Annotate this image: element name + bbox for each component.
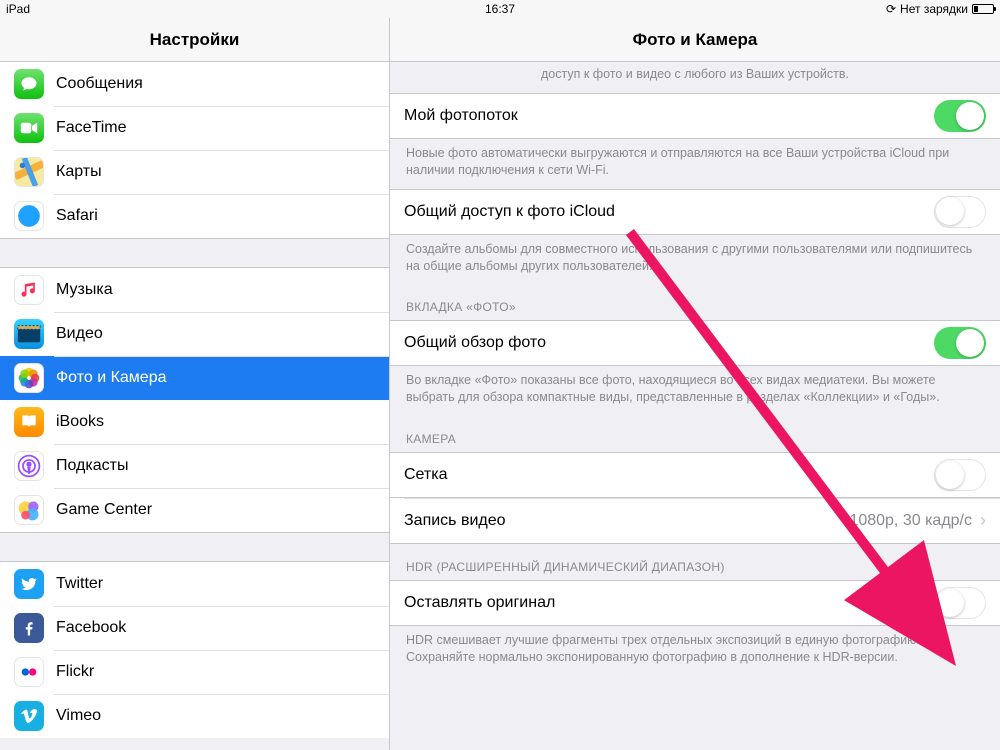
- row-label: Общий обзор фото: [404, 334, 934, 352]
- chevron-right-icon: ›: [980, 510, 986, 531]
- video-icon: [14, 319, 44, 349]
- facebook-icon: [14, 613, 44, 643]
- photos-icon: [14, 363, 44, 393]
- podcasts-icon: [14, 451, 44, 481]
- sidebar: Сообщения FaceTime Карты Safari: [0, 62, 390, 750]
- toggle-icloud-sharing[interactable]: [934, 196, 986, 228]
- sidebar-item-label: FaceTime: [56, 119, 127, 137]
- section-header-photo-tab: ВКЛАДКА «ФОТО»: [390, 284, 1000, 320]
- sidebar-item-safari[interactable]: Safari: [0, 194, 389, 238]
- maps-icon: [14, 157, 44, 187]
- icloud-library-footer: доступ к фото и видео с любого из Ваших …: [390, 62, 1000, 93]
- flickr-icon: [14, 657, 44, 687]
- sidebar-item-gamecenter[interactable]: Game Center: [0, 488, 389, 532]
- status-bar: iPad 16:37 ⟳ Нет зарядки: [0, 0, 1000, 18]
- sidebar-item-facetime[interactable]: FaceTime: [0, 106, 389, 150]
- row-label: Общий доступ к фото iCloud: [404, 203, 934, 221]
- music-icon: [14, 275, 44, 305]
- sidebar-item-flickr[interactable]: Flickr: [0, 650, 389, 694]
- sidebar-item-video[interactable]: Видео: [0, 312, 389, 356]
- sidebar-item-label: Сообщения: [56, 75, 143, 93]
- row-photostream[interactable]: Мой фотопоток: [390, 93, 1000, 139]
- sidebar-item-vimeo[interactable]: Vimeo: [0, 694, 389, 738]
- detail-title: Фото и Камера: [390, 18, 1000, 61]
- toggle-photo-overview[interactable]: [934, 327, 986, 359]
- sidebar-item-label: Facebook: [56, 619, 126, 637]
- row-label: Сетка: [404, 466, 934, 484]
- section-header-camera: КАМЕРА: [390, 416, 1000, 452]
- row-icloud-sharing[interactable]: Общий доступ к фото iCloud: [390, 189, 1000, 235]
- toggle-grid[interactable]: [934, 459, 986, 491]
- sidebar-item-ibooks[interactable]: iBooks: [0, 400, 389, 444]
- sidebar-item-music[interactable]: Музыка: [0, 268, 389, 312]
- sidebar-item-label: Видео: [56, 325, 103, 343]
- toggle-photostream[interactable]: [934, 100, 986, 132]
- row-label: Оставлять оригинал: [404, 594, 934, 612]
- gamecenter-icon: [14, 495, 44, 525]
- section-header-hdr: HDR (РАСШИРЕННЫЙ ДИНАМИЧЕСКИЙ ДИАПАЗОН): [390, 544, 1000, 580]
- sidebar-title: Настройки: [0, 18, 390, 61]
- sidebar-item-label: iBooks: [56, 413, 104, 431]
- row-label: Запись видео: [404, 512, 849, 530]
- sidebar-item-label: Подкасты: [56, 457, 128, 475]
- clock: 16:37: [485, 2, 515, 16]
- row-label: Мой фотопоток: [404, 107, 934, 125]
- sidebar-item-twitter[interactable]: Twitter: [0, 562, 389, 606]
- charge-status: Нет зарядки: [900, 2, 968, 16]
- ibooks-icon: [14, 407, 44, 437]
- photo-overview-footer: Во вкладке «Фото» показаны все фото, нах…: [390, 366, 1000, 416]
- vimeo-icon: [14, 701, 44, 731]
- row-record-video[interactable]: Запись видео 1080p, 30 кадр/с ›: [390, 498, 1000, 544]
- row-photo-overview[interactable]: Общий обзор фото: [390, 320, 1000, 366]
- row-grid[interactable]: Сетка: [390, 452, 1000, 498]
- sidebar-item-label: Twitter: [56, 575, 103, 593]
- device-label: iPad: [6, 2, 30, 16]
- facetime-icon: [14, 113, 44, 143]
- twitter-icon: [14, 569, 44, 599]
- sidebar-item-label: Музыка: [56, 281, 113, 299]
- sidebar-item-label: Карты: [56, 163, 102, 181]
- sidebar-item-messages[interactable]: Сообщения: [0, 62, 389, 106]
- safari-icon: [14, 201, 44, 231]
- sidebar-item-label: Vimeo: [56, 707, 101, 725]
- toggle-keep-original[interactable]: [934, 587, 986, 619]
- sidebar-item-photos[interactable]: Фото и Камера: [0, 356, 389, 400]
- sidebar-item-podcasts[interactable]: Подкасты: [0, 444, 389, 488]
- icloud-sharing-footer: Создайте альбомы для совместного использ…: [390, 235, 1000, 285]
- messages-icon: [14, 69, 44, 99]
- sidebar-item-facebook[interactable]: Facebook: [0, 606, 389, 650]
- battery-icon: [972, 4, 994, 14]
- sync-icon: ⟳: [886, 2, 896, 16]
- sidebar-item-label: Фото и Камера: [56, 369, 167, 387]
- sidebar-item-label: Safari: [56, 207, 98, 225]
- hdr-footer: HDR смешивает лучшие фрагменты трех отде…: [390, 626, 1000, 676]
- sidebar-item-maps[interactable]: Карты: [0, 150, 389, 194]
- sidebar-item-label: Flickr: [56, 663, 94, 681]
- row-value: 1080p, 30 кадр/с: [849, 512, 972, 530]
- row-keep-original[interactable]: Оставлять оригинал: [390, 580, 1000, 626]
- detail-pane: доступ к фото и видео с любого из Ваших …: [390, 62, 1000, 750]
- sidebar-item-label: Game Center: [56, 501, 152, 519]
- photostream-footer: Новые фото автоматически выгружаются и о…: [390, 139, 1000, 189]
